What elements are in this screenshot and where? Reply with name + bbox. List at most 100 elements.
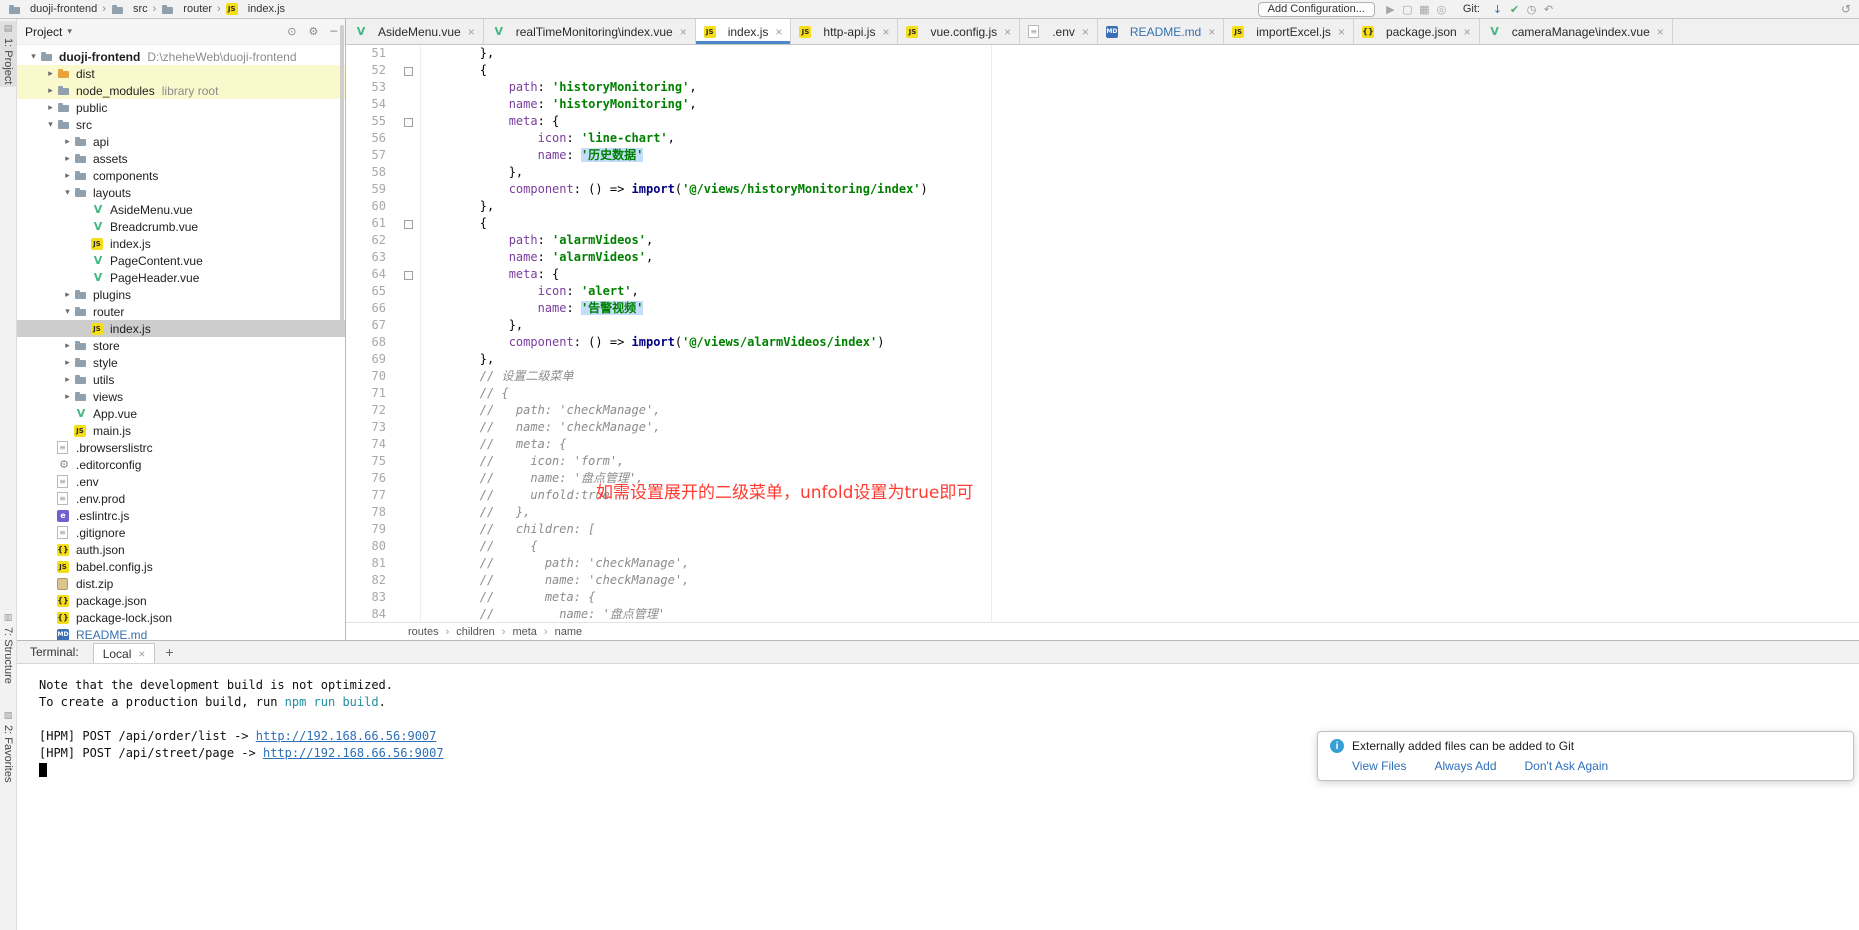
code-line[interactable]: 78 // }, (346, 504, 1859, 521)
tree-item[interactable]: VPageHeader.vue (17, 269, 345, 286)
tab-close-icon[interactable]: × (468, 25, 475, 39)
locate-icon[interactable]: ⊙ (287, 25, 296, 38)
chevron-expanded-icon[interactable]: ▾ (61, 307, 74, 317)
profiler-icon[interactable]: ◎ (1433, 3, 1450, 16)
code-area[interactable]: 51 },52 {53 path: 'historyMonitoring',54… (346, 45, 1859, 622)
notification-action[interactable]: Don't Ask Again (1525, 759, 1609, 773)
tab-close-icon[interactable]: × (1208, 25, 1215, 39)
tab-close-icon[interactable]: × (1338, 25, 1345, 39)
fold-marker-icon[interactable] (386, 62, 422, 79)
chevron-collapsed-icon[interactable]: ▸ (61, 358, 74, 368)
breadcrumb-item[interactable]: src (109, 3, 150, 16)
code-line[interactable]: 54 name: 'historyMonitoring', (346, 96, 1859, 113)
code-line[interactable]: 67 }, (346, 317, 1859, 334)
code-line[interactable]: 56 icon: 'line-chart', (346, 130, 1859, 147)
code-line[interactable]: 79 // children: [ (346, 521, 1859, 538)
tab-close-icon[interactable]: × (1657, 25, 1664, 39)
breadcrumb-item[interactable]: JSindex.js (224, 3, 287, 15)
tree-item[interactable]: ▸store (17, 337, 345, 354)
tree-item[interactable]: ▾duoji-frontendD:\zheheWeb\duoji-fronten… (17, 48, 345, 65)
editor-tab[interactable]: VcameraManage\index.vue× (1480, 19, 1673, 44)
coverage-icon[interactable]: ▦ (1416, 3, 1433, 16)
fold-marker-icon[interactable] (386, 266, 422, 283)
code-line[interactable]: 68 component: () => import('@/views/alar… (346, 334, 1859, 351)
code-line[interactable]: 70 // 设置二级菜单 (346, 368, 1859, 385)
sync-icon[interactable]: ↺ (1841, 2, 1851, 16)
code-line[interactable]: 57 name: '历史数据' (346, 147, 1859, 164)
tree-item[interactable]: ▸views (17, 388, 345, 405)
toolwindow-button-favorites[interactable]: ▧ 2: Favorites (0, 708, 16, 785)
tree-item[interactable]: {}package.json (17, 592, 345, 609)
breadcrumb-item[interactable]: duoji-frontend (6, 3, 99, 16)
hide-panel-icon[interactable]: ─ (330, 25, 337, 38)
editor-tab[interactable]: MDREADME.md× (1098, 19, 1224, 44)
project-panel-title[interactable]: Project (25, 25, 62, 39)
code-line[interactable]: 66 name: '告警视频' (346, 300, 1859, 317)
code-line[interactable]: 51 }, (346, 45, 1859, 62)
tab-close-icon[interactable]: × (1082, 25, 1089, 39)
editor-tab[interactable]: JSvue.config.js× (898, 19, 1020, 44)
tree-item[interactable]: ▸public (17, 99, 345, 116)
tree-item[interactable]: JSindex.js (17, 235, 345, 252)
fold-marker-icon[interactable] (386, 215, 422, 232)
git-commit-icon[interactable]: ✔ (1506, 3, 1523, 16)
code-line[interactable]: 80 // { (346, 538, 1859, 555)
tree-item[interactable]: ▾layouts (17, 184, 345, 201)
editor-tab[interactable]: JSindex.js× (696, 19, 792, 44)
chevron-collapsed-icon[interactable]: ▸ (61, 375, 74, 385)
tab-close-icon[interactable]: × (775, 25, 782, 39)
code-line[interactable]: 55 meta: { (346, 113, 1859, 130)
code-line[interactable]: 58 }, (346, 164, 1859, 181)
tree-item[interactable]: ▾router (17, 303, 345, 320)
chevron-collapsed-icon[interactable]: ▸ (61, 290, 74, 300)
tree-item[interactable]: ▸dist (17, 65, 345, 82)
fold-marker-icon[interactable] (386, 113, 422, 130)
tree-item[interactable]: ▸components (17, 167, 345, 184)
tree-item[interactable]: ▸utils (17, 371, 345, 388)
chevron-down-icon[interactable]: ▾ (67, 26, 72, 37)
chevron-collapsed-icon[interactable]: ▸ (61, 392, 74, 402)
toolwindow-button-structure[interactable]: ▥ 7: Structure (0, 610, 16, 687)
add-configuration-button[interactable]: Add Configuration... (1258, 2, 1375, 17)
notification-action[interactable]: View Files (1352, 759, 1406, 773)
terminal-tab-local[interactable]: Local × (93, 643, 156, 663)
tab-close-icon[interactable]: × (680, 25, 687, 39)
tree-item[interactable]: JSbabel.config.js (17, 558, 345, 575)
chevron-collapsed-icon[interactable]: ▸ (44, 69, 57, 79)
code-line[interactable]: 75 // icon: 'form', (346, 453, 1859, 470)
tree-item[interactable]: ▸style (17, 354, 345, 371)
chevron-collapsed-icon[interactable]: ▸ (61, 137, 74, 147)
code-line[interactable]: 82 // name: 'checkManage', (346, 572, 1859, 589)
settings-gear-icon[interactable]: ⚙ (309, 25, 319, 38)
tree-item[interactable]: e.eslintrc.js (17, 507, 345, 524)
git-rollback-icon[interactable]: ↶ (1540, 3, 1557, 16)
chevron-expanded-icon[interactable]: ▾ (61, 188, 74, 198)
tab-close-icon[interactable]: × (1464, 25, 1471, 39)
tree-item[interactable]: VApp.vue (17, 405, 345, 422)
notification-action[interactable]: Always Add (1434, 759, 1496, 773)
chevron-collapsed-icon[interactable]: ▸ (61, 154, 74, 164)
code-line[interactable]: 61 { (346, 215, 1859, 232)
code-line[interactable]: 62 path: 'alarmVideos', (346, 232, 1859, 249)
breadcrumb-item[interactable]: router (159, 3, 214, 16)
code-line[interactable]: 81 // path: 'checkManage', (346, 555, 1859, 572)
terminal-link[interactable]: http://192.168.66.56:9007 (256, 729, 437, 743)
tree-item[interactable]: VBreadcrumb.vue (17, 218, 345, 235)
tree-item[interactable]: JSindex.js (17, 320, 345, 337)
tree-item[interactable]: ⚙.editorconfig (17, 456, 345, 473)
editor-tab[interactable]: ≡.env× (1020, 19, 1098, 44)
editor-breadcrumb-item[interactable]: children (456, 626, 495, 638)
chevron-collapsed-icon[interactable]: ▸ (61, 171, 74, 181)
code-line[interactable]: 83 // meta: { (346, 589, 1859, 606)
code-line[interactable]: 69 }, (346, 351, 1859, 368)
editor-breadcrumb-item[interactable]: meta (512, 626, 536, 638)
tree-item[interactable]: ▸api (17, 133, 345, 150)
editor-breadcrumb-item[interactable]: name (555, 626, 583, 638)
editor-tab[interactable]: VAsideMenu.vue× (346, 19, 484, 44)
tab-close-icon[interactable]: × (1004, 25, 1011, 39)
code-line[interactable]: 65 icon: 'alert', (346, 283, 1859, 300)
chevron-expanded-icon[interactable]: ▾ (27, 52, 40, 62)
new-terminal-session-button[interactable]: + (155, 641, 183, 663)
tree-item[interactable]: ≡.env (17, 473, 345, 490)
code-line[interactable]: 59 component: () => import('@/views/hist… (346, 181, 1859, 198)
